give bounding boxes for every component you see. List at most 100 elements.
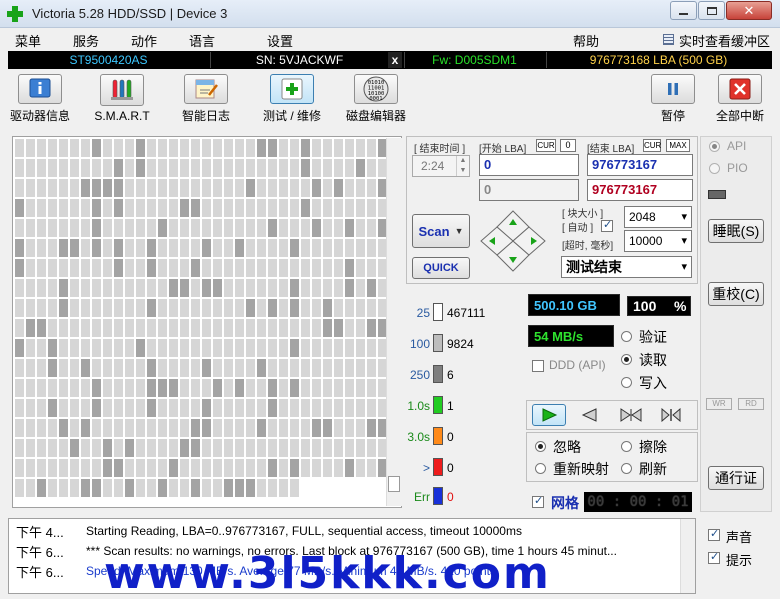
map-block (103, 199, 112, 217)
reverse-button[interactable] (574, 405, 604, 425)
log-time: 下午 6... (16, 565, 64, 580)
map-block (290, 359, 299, 377)
sound-checkbox[interactable] (708, 527, 720, 541)
driver-info-button[interactable]: 驱动器信息 (8, 74, 72, 124)
menu-help[interactable]: 帮助 (573, 31, 599, 50)
grid-checkbox[interactable] (532, 494, 544, 508)
smart-log-button[interactable]: 智能日志 (174, 74, 238, 124)
skip-end-button[interactable] (656, 405, 686, 425)
test-repair-button[interactable]: 测试 / 维修 (258, 74, 326, 124)
map-block (169, 199, 178, 217)
end-lba-max-button[interactable]: MAX (666, 139, 690, 152)
map-scrollbar[interactable] (386, 138, 402, 506)
map-block (81, 259, 90, 277)
status-select[interactable]: 测试结束 (561, 256, 692, 278)
log-scrollbar[interactable] (680, 519, 695, 593)
action-refresh-radio[interactable] (621, 463, 632, 474)
stat-color-block (433, 458, 443, 476)
map-block (180, 139, 189, 157)
menu-language[interactable]: 语言 (189, 31, 215, 50)
direction-pad[interactable] (478, 208, 548, 274)
map-block (290, 479, 299, 497)
map-block (268, 479, 277, 497)
map-block (147, 359, 156, 377)
map-block (103, 179, 112, 197)
map-block (103, 359, 112, 377)
action-remap-radio[interactable] (535, 463, 546, 474)
menu-action[interactable]: 动作 (131, 31, 157, 50)
map-block (158, 139, 167, 157)
map-block (103, 299, 112, 317)
map-block (92, 199, 101, 217)
map-block (367, 419, 376, 437)
step-back-button[interactable] (616, 405, 646, 425)
map-block (169, 399, 178, 417)
map-block (312, 379, 321, 397)
drive-capacity: 976773168 LBA (500 GB) (546, 52, 770, 68)
tips-checkbox[interactable] (708, 550, 720, 564)
close-window-button[interactable]: ✕ (726, 1, 772, 20)
action-ignore-radio[interactable] (535, 441, 546, 452)
smart-button[interactable]: S.M.A.R.T (90, 74, 154, 124)
map-block (125, 319, 134, 337)
start-lba-cur-button[interactable]: CUR (536, 139, 556, 152)
auto-checkbox[interactable] (601, 218, 613, 232)
scan-button[interactable]: Scan ▼ (412, 214, 470, 248)
mode-read-radio[interactable] (621, 354, 632, 365)
map-block (345, 139, 354, 157)
map-block (70, 139, 79, 157)
binary-icon: 01010 11001 10100 0001 (354, 74, 398, 104)
mode-verify-radio[interactable] (621, 331, 632, 342)
map-block (48, 299, 57, 317)
menu-service[interactable]: 服务 (73, 31, 99, 50)
map-block (81, 459, 90, 477)
stop-all-button[interactable]: 全部中断 (712, 74, 768, 124)
map-block (279, 159, 288, 177)
map-block (334, 439, 343, 457)
menu-settings[interactable]: 设置 (267, 31, 293, 50)
stat-color-block (433, 334, 443, 352)
block-size-select[interactable]: 2048 (624, 206, 692, 228)
minimize-button[interactable] (670, 1, 697, 20)
end-lba-cur-button[interactable]: CUR (643, 139, 661, 152)
map-block (323, 379, 332, 397)
recalibrate-button[interactable]: 重校(C) (708, 282, 764, 306)
end-lba-input[interactable]: 976773167 (587, 154, 693, 176)
map-block (15, 319, 24, 337)
end-time-spinner[interactable]: ▲ ▼ (456, 156, 469, 176)
map-scroll-thumb[interactable] (388, 476, 400, 492)
map-block (268, 219, 277, 237)
map-block (180, 299, 189, 317)
api-radio[interactable] (709, 141, 720, 152)
quick-button[interactable]: QUICK (412, 257, 470, 279)
map-block (279, 219, 288, 237)
drive-close-button[interactable]: x (388, 52, 402, 68)
map-block (26, 299, 35, 317)
start-lba-input[interactable]: 0 (479, 154, 579, 176)
maximize-button[interactable] (698, 1, 725, 20)
map-block (180, 219, 189, 237)
disk-editor-button[interactable]: 01010 11001 10100 0001 磁盘编辑器 (344, 74, 408, 124)
stat-label: 1.0s (407, 399, 430, 413)
map-block (125, 199, 134, 217)
sleep-button[interactable]: 睡眠(S) (708, 219, 764, 243)
scanned-size: 500.10 GB (528, 294, 620, 316)
map-block (81, 179, 90, 197)
ddd-api-checkbox[interactable] (532, 360, 544, 372)
mode-write-radio[interactable] (621, 377, 632, 388)
action-erase-radio[interactable] (621, 441, 632, 452)
play-button[interactable] (532, 404, 566, 426)
map-block (59, 299, 68, 317)
map-block (334, 359, 343, 377)
realtime-buffer-toggle[interactable]: 实时查看缓冲区 (679, 31, 770, 50)
map-block (334, 159, 343, 177)
start-lba-zero-button[interactable]: 0 (560, 139, 576, 152)
map-block (158, 219, 167, 237)
pio-radio[interactable] (709, 163, 720, 174)
pause-button[interactable]: 暂停 (650, 74, 696, 124)
pass-button[interactable]: 通行证 (708, 466, 764, 490)
timeout-select[interactable]: 10000 (624, 230, 692, 252)
map-block (70, 439, 79, 457)
menu-main[interactable]: 菜单 (15, 31, 41, 50)
smart-log-label: 智能日志 (181, 109, 230, 123)
